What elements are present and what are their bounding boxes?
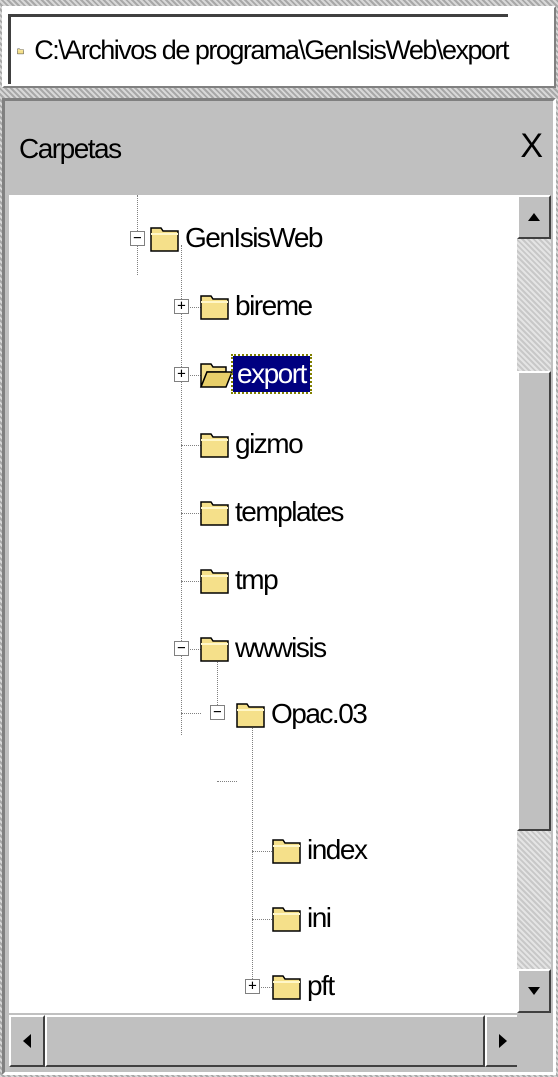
tree-item-ini[interactable]: ini (271, 893, 335, 943)
folders-pane: Carpetas X − + + − − + GenIsisWeb bireme… (2, 98, 556, 1075)
open-folder-icon (199, 363, 233, 388)
close-button[interactable]: X (520, 127, 543, 166)
expand-toggle[interactable]: + (174, 367, 189, 382)
tree-line (252, 715, 254, 985)
tree-line (181, 245, 183, 735)
tree-item-label: pft (307, 970, 335, 1001)
scrollbar-corner (517, 1015, 551, 1067)
tree-line (181, 581, 201, 583)
folder-icon (272, 839, 301, 864)
expand-toggle[interactable]: + (245, 979, 260, 994)
scroll-down-button[interactable] (517, 969, 551, 1013)
tree-item-pft[interactable]: pft (271, 961, 338, 1011)
arrow-down-icon (528, 987, 540, 995)
expand-toggle[interactable]: + (174, 299, 189, 314)
tree-line (252, 919, 272, 921)
folder-icon (200, 295, 229, 320)
tree-line (252, 851, 272, 853)
folder-icon (150, 227, 179, 252)
collapse-toggle[interactable]: − (130, 231, 145, 246)
collapse-toggle[interactable]: − (210, 705, 225, 720)
tree-item-label: GenIsisWeb (185, 222, 324, 253)
arrow-right-icon (499, 1034, 507, 1048)
tree-line (181, 513, 201, 515)
tree-item-tmp[interactable]: tmp (199, 555, 281, 605)
pane-title: Carpetas (19, 133, 122, 164)
arrow-left-icon (23, 1034, 31, 1048)
tree-line (181, 445, 201, 447)
address-bar: C:\Archivos de programa\GenIsisWeb\expor… (2, 6, 556, 88)
tree-line (181, 713, 201, 715)
address-path: C:\Archivos de programa\GenIsisWeb\expor… (34, 35, 509, 65)
tree-item-templates[interactable]: templates (199, 487, 347, 537)
tree-item-label: Opac.03 (271, 698, 368, 729)
tree-item-export[interactable]: export (199, 349, 312, 399)
tree-item-index[interactable]: index (271, 825, 370, 875)
pane-header: Carpetas X (9, 107, 551, 193)
folder-icon (236, 703, 265, 728)
tree-item-bireme[interactable]: bireme (199, 281, 316, 331)
scroll-right-button[interactable] (485, 1015, 521, 1067)
tree-line (217, 781, 237, 783)
tree-item-label: ini (307, 902, 332, 933)
collapse-toggle[interactable]: − (174, 641, 189, 656)
tree-item-label: index (307, 834, 368, 865)
horizontal-scrollbar[interactable] (9, 1015, 521, 1067)
folder-icon (200, 501, 229, 526)
tree-item-label: wwwisis (235, 632, 327, 663)
tree-item-opac03[interactable]: Opac.03 (235, 689, 370, 739)
folder-icon (200, 569, 229, 594)
folder-icon (17, 48, 24, 54)
horizontal-scroll-thumb[interactable] (45, 1015, 485, 1067)
tree-item-label: bireme (235, 290, 313, 321)
tree-item-label: tmp (235, 564, 279, 595)
folder-icon (200, 433, 229, 458)
tree-item-genisisweb[interactable]: GenIsisWeb (149, 213, 326, 263)
vertical-scrollbar[interactable] (517, 195, 551, 1013)
scroll-left-button[interactable] (9, 1015, 45, 1067)
arrow-up-icon (528, 213, 540, 221)
folder-icon (200, 637, 229, 662)
tree-item-label: gizmo (235, 428, 304, 459)
tree-item-gizmo[interactable]: gizmo (199, 419, 306, 469)
tree-item-wwwisis[interactable]: wwwisis (199, 623, 330, 673)
address-field[interactable]: C:\Archivos de programa\GenIsisWeb\expor… (8, 14, 509, 84)
vertical-scroll-thumb[interactable] (517, 371, 551, 831)
folder-icon (272, 907, 301, 932)
tree-item-label-selected: export (231, 354, 312, 394)
folder-tree: − + + − − + GenIsisWeb bireme export giz… (9, 195, 547, 1013)
scroll-up-button[interactable] (517, 195, 551, 239)
tree-item-label: templates (235, 496, 344, 527)
folder-icon (272, 975, 301, 1000)
